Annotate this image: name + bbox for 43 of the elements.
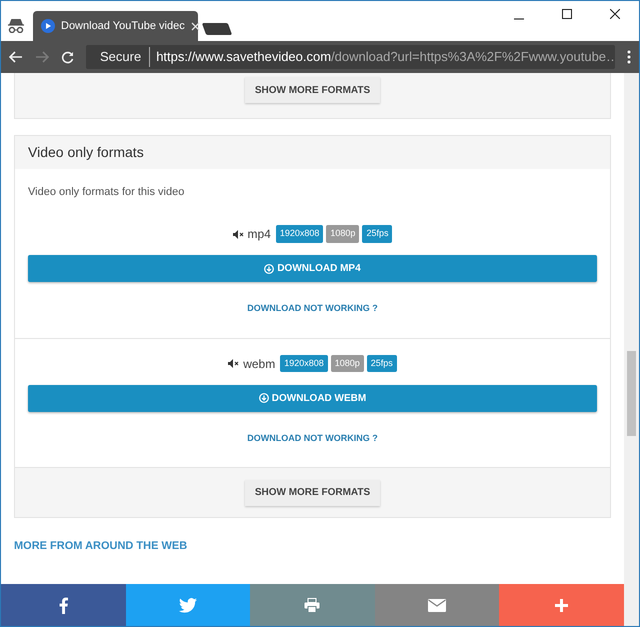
address-bar[interactable]: Secure https://www.savethevideo.com/download?url=https%3A%2F%2Fwww.youtube…	[86, 45, 615, 69]
bird-icon	[178, 598, 197, 612]
download-help-link[interactable]: DOWNLOAD NOT WORKING ?	[247, 432, 378, 445]
new-tab-button[interactable]	[202, 23, 232, 35]
show-more-formats-button[interactable]: SHOW MORE FORMATS	[244, 77, 380, 103]
tab-title: Download YouTube videc	[61, 18, 185, 34]
section-title: Video only formats	[28, 143, 144, 162]
format-badge: 1920x808	[280, 354, 328, 372]
browser-tab[interactable]: Download YouTube videc	[33, 11, 198, 41]
download-help-link[interactable]: DOWNLOAD NOT WORKING ?	[247, 302, 378, 316]
section-description: Video only formats for this video	[27, 185, 186, 200]
format-badge: 1080p	[326, 225, 360, 243]
format-badge: 1080p	[330, 354, 364, 372]
menu-icon[interactable]	[627, 50, 631, 64]
show-more-formats-button[interactable]: SHOW MORE FORMATS	[244, 480, 380, 506]
share-button[interactable]	[126, 584, 250, 626]
incognito-icon	[7, 19, 25, 33]
share-button[interactable]	[374, 584, 500, 626]
reload-icon[interactable]	[61, 50, 74, 64]
plus-icon	[555, 598, 568, 612]
format-badge: 25fps	[366, 354, 397, 372]
section-heading: MORE FROM AROUND THE WEB	[14, 539, 188, 554]
close-icon[interactable]	[610, 9, 620, 19]
share-button[interactable]	[250, 584, 375, 626]
maximize-icon[interactable]	[562, 9, 572, 19]
print-icon	[304, 598, 320, 612]
download-circle-icon	[264, 264, 274, 274]
download-button[interactable]: DOWNLOAD WEBM	[28, 384, 597, 412]
play-logo-icon	[41, 19, 55, 33]
secure-label: Secure	[100, 47, 150, 67]
back-icon[interactable]	[9, 51, 23, 63]
download-button[interactable]: DOWNLOAD MP4	[28, 255, 597, 282]
muted-speaker-icon	[232, 230, 245, 238]
envelope-icon	[428, 598, 446, 612]
format-badge: 1920x808	[276, 225, 324, 243]
scrollbar[interactable]	[624, 73, 639, 626]
format-name: webm	[243, 356, 276, 372]
format-name: mp4	[248, 226, 271, 243]
url-text: https://www.savethevideo.com/download?url=https%3A%2F%2Fwww.youtube…	[156, 48, 615, 66]
muted-speaker-icon	[228, 359, 240, 368]
facebook-icon	[58, 596, 68, 614]
download-circle-icon	[258, 393, 269, 403]
format-badge: 25fps	[362, 225, 392, 243]
